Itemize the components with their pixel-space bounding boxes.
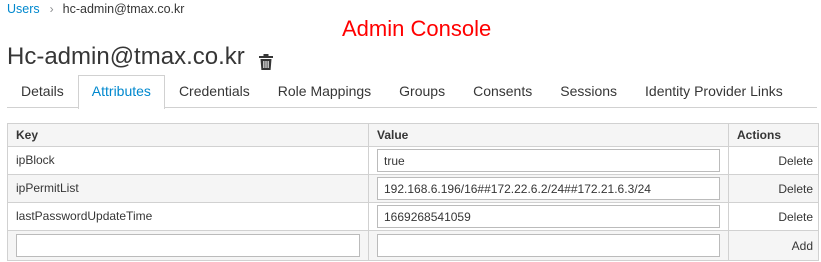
column-header-key: Key [7,123,369,147]
table-row: ipBlock Delete [7,146,819,175]
tab-identity-provider-links[interactable]: Identity Provider Links [631,75,797,108]
column-header-value: Value [368,123,729,147]
attribute-value-input[interactable] [377,205,720,228]
breadcrumb-users-link[interactable]: Users [7,2,40,16]
attribute-key: lastPasswordUpdateTime [7,202,369,231]
new-value-input[interactable] [377,234,720,257]
column-header-actions: Actions [728,123,819,147]
admin-console-title: Admin Console [342,16,492,41]
new-attribute-row: Add [7,230,819,261]
table-row: ipPermitList Delete [7,174,819,203]
tab-role-mappings[interactable]: Role Mappings [264,75,385,108]
tab-details[interactable]: Details [7,75,78,108]
delete-button[interactable]: Delete [778,154,813,168]
attribute-key: ipPermitList [7,174,369,203]
tab-bar: Details Attributes Credentials Role Mapp… [7,75,817,109]
delete-button[interactable]: Delete [778,210,813,224]
table-row: lastPasswordUpdateTime Delete [7,202,819,231]
attributes-table: Key Value Actions ipBlock Delete ipPermi… [7,123,819,261]
attribute-value-input[interactable] [377,177,720,200]
breadcrumb-current: hc-admin@tmax.co.kr [62,2,185,16]
delete-button[interactable]: Delete [778,182,813,196]
table-header-row: Key Value Actions [7,123,819,147]
attribute-key: ipBlock [7,146,369,175]
page-title-row: Hc-admin@tmax.co.kr [7,42,273,72]
tab-groups[interactable]: Groups [385,75,459,108]
chevron-right-icon: › [49,2,54,16]
new-key-input[interactable] [16,234,360,257]
tab-sessions[interactable]: Sessions [546,75,631,108]
add-button[interactable]: Add [792,239,813,253]
tab-credentials[interactable]: Credentials [165,75,264,108]
breadcrumb: Users › hc-admin@tmax.co.kr [7,1,184,17]
page-title: Hc-admin@tmax.co.kr [7,43,245,70]
attribute-value-input[interactable] [377,149,720,172]
trash-icon[interactable] [258,49,273,70]
tab-consents[interactable]: Consents [459,75,546,108]
tab-attributes[interactable]: Attributes [77,75,165,109]
